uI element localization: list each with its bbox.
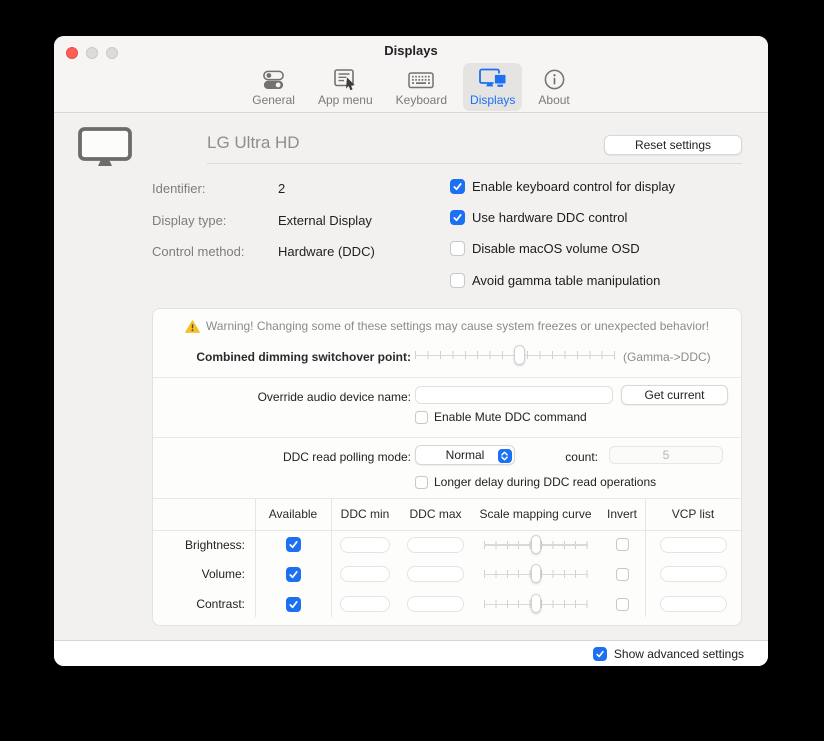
- checkbox[interactable]: [450, 179, 465, 194]
- dimming-slider[interactable]: [415, 345, 615, 365]
- tab-keyboard[interactable]: Keyboard: [389, 63, 454, 111]
- option-label: Avoid gamma table manipulation: [472, 273, 660, 288]
- ddc-min-field[interactable]: [340, 537, 390, 553]
- invert-checkbox[interactable]: [616, 568, 629, 581]
- tab-about[interactable]: About: [531, 63, 576, 111]
- dimming-label: Combined dimming switchover point:: [153, 350, 411, 364]
- option-label: Enable keyboard control for display: [472, 179, 675, 194]
- controls-table: Available DDC min DDC max Scale mapping …: [153, 498, 741, 619]
- reset-settings-button[interactable]: Reset settings: [604, 135, 742, 155]
- tab-general[interactable]: General: [245, 63, 302, 111]
- count-label: count:: [340, 450, 598, 464]
- row-label-contrast: Contrast:: [153, 589, 255, 619]
- dimming-suffix: (Gamma->DDC): [623, 350, 711, 364]
- section-divider: [153, 437, 741, 438]
- display-type-value: External Display: [278, 213, 372, 228]
- curve-slider[interactable]: [484, 564, 588, 584]
- count-field: 5: [609, 446, 723, 464]
- slider-knob[interactable]: [514, 345, 525, 365]
- col-header-ddc-min: DDC min: [331, 498, 399, 530]
- checkbox[interactable]: [450, 241, 465, 256]
- menu-doc-icon: [332, 66, 358, 93]
- ddc-max-field[interactable]: [407, 596, 464, 612]
- warning-row: Warning! Changing some of these settings…: [153, 319, 741, 333]
- audio-name-input[interactable]: [415, 386, 613, 404]
- warning-icon: [185, 320, 200, 333]
- displays-icon: [478, 66, 508, 93]
- col-header-curve: Scale mapping curve: [472, 498, 599, 530]
- option-hardware-ddc[interactable]: Use hardware DDC control: [450, 210, 627, 225]
- option-label: Disable macOS volume OSD: [472, 241, 640, 256]
- curve-slider[interactable]: [484, 594, 588, 614]
- option-keyboard-control[interactable]: Enable keyboard control for display: [450, 179, 675, 194]
- slider-knob[interactable]: [531, 594, 541, 613]
- longer-delay-option[interactable]: Longer delay during DDC read operations: [415, 475, 656, 489]
- invert-checkbox[interactable]: [616, 598, 629, 611]
- tab-label: App menu: [318, 93, 373, 107]
- ddc-max-field[interactable]: [407, 566, 464, 582]
- keyboard-icon: [407, 66, 435, 93]
- row-label-volume: Volume:: [153, 560, 255, 590]
- window-title: Displays: [54, 43, 768, 58]
- identifier-value: 2: [278, 181, 285, 196]
- option-label: Enable Mute DDC command: [434, 410, 587, 424]
- display-name: LG Ultra HD: [207, 133, 300, 153]
- curve-slider[interactable]: [484, 535, 588, 555]
- tab-label: Keyboard: [396, 93, 447, 107]
- col-header-ddc-max: DDC max: [399, 498, 472, 530]
- get-current-button[interactable]: Get current: [621, 385, 728, 405]
- checkbox[interactable]: [415, 476, 428, 489]
- header-divider: [207, 163, 742, 164]
- vcp-list-field[interactable]: [660, 537, 727, 553]
- tab-label: General: [252, 93, 295, 107]
- option-avoid-gamma[interactable]: Avoid gamma table manipulation: [450, 273, 660, 288]
- section-divider: [153, 377, 741, 378]
- show-advanced-checkbox[interactable]: [593, 647, 607, 661]
- available-checkbox[interactable]: [286, 597, 301, 612]
- checkbox[interactable]: [415, 411, 428, 424]
- ddc-min-field[interactable]: [340, 566, 390, 582]
- checkbox[interactable]: [450, 273, 465, 288]
- preferences-toolbar: General App menu: [54, 63, 768, 111]
- mute-ddc-option[interactable]: Enable Mute DDC command: [415, 410, 587, 424]
- tab-app-menu[interactable]: App menu: [311, 63, 380, 111]
- show-advanced-label: Show advanced settings: [614, 647, 744, 661]
- title-bar: Displays General: [54, 36, 768, 113]
- ddc-min-field[interactable]: [340, 596, 390, 612]
- col-header-vcp: VCP list: [645, 498, 741, 530]
- corner-cell: [153, 498, 255, 530]
- slider-knob[interactable]: [531, 564, 541, 583]
- advanced-settings-panel: Warning! Changing some of these settings…: [152, 308, 742, 626]
- tab-label: Displays: [470, 93, 515, 107]
- tab-label: About: [538, 93, 569, 107]
- displays-preferences-window: Displays General: [54, 36, 768, 666]
- checkbox[interactable]: [450, 210, 465, 225]
- option-label: Longer delay during DDC read operations: [434, 475, 656, 489]
- vcp-list-field[interactable]: [660, 596, 727, 612]
- monitor-icon: [78, 127, 132, 173]
- identifier-label: Identifier:: [152, 181, 205, 196]
- control-method-value: Hardware (DDC): [278, 244, 375, 259]
- invert-checkbox[interactable]: [616, 538, 629, 551]
- toggles-icon: [261, 66, 286, 93]
- footer-bar: Show advanced settings: [54, 640, 768, 666]
- ddc-max-field[interactable]: [407, 537, 464, 553]
- option-disable-osd[interactable]: Disable macOS volume OSD: [450, 241, 640, 256]
- audio-name-label: Override audio device name:: [153, 390, 411, 404]
- available-checkbox[interactable]: [286, 567, 301, 582]
- available-checkbox[interactable]: [286, 537, 301, 552]
- control-method-label: Control method:: [152, 244, 245, 259]
- warning-text: Warning! Changing some of these settings…: [206, 319, 709, 333]
- table-row: [255, 530, 331, 560]
- tab-displays[interactable]: Displays: [463, 63, 522, 111]
- slider-knob[interactable]: [531, 535, 541, 554]
- vcp-list-field[interactable]: [660, 566, 727, 582]
- option-label: Use hardware DDC control: [472, 210, 627, 225]
- col-header-available: Available: [255, 498, 331, 530]
- col-header-invert: Invert: [599, 498, 645, 530]
- row-label-brightness: Brightness:: [153, 530, 255, 560]
- display-type-label: Display type:: [152, 213, 226, 228]
- info-icon: [543, 66, 566, 93]
